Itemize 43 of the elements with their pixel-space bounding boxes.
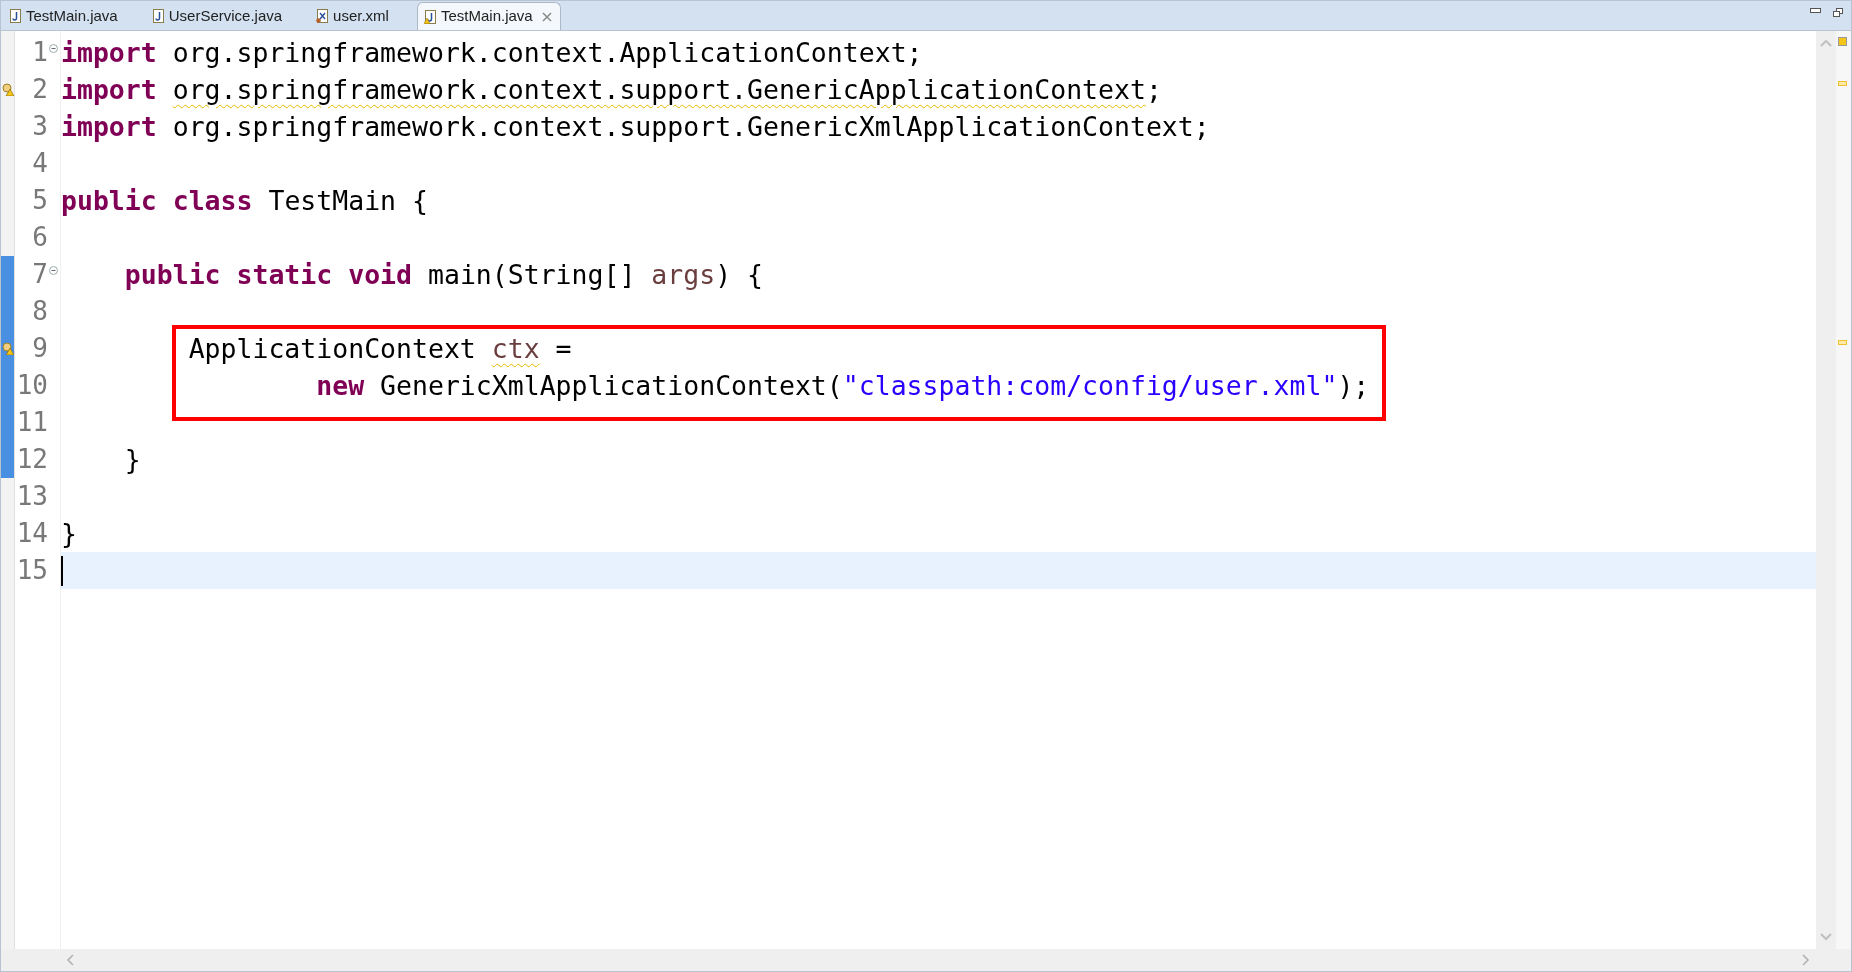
code-line: } <box>123 443 141 477</box>
code-line: } <box>61 517 77 551</box>
line-number: 10 <box>16 369 48 402</box>
line-number: 1 <box>32 36 48 69</box>
editor-tab[interactable]: user.xml <box>308 2 415 30</box>
code-line: ApplicationContext ctx = <box>187 332 572 366</box>
line-number: 8 <box>32 295 48 328</box>
line-number: 6 <box>32 221 48 254</box>
scroll-left-icon[interactable] <box>66 954 74 966</box>
collapse-icon[interactable] <box>49 266 58 275</box>
scroll-right-icon[interactable] <box>1802 954 1810 966</box>
scroll-down-icon[interactable] <box>1820 933 1832 941</box>
close-icon[interactable] <box>541 11 552 22</box>
warning-ruler-mark[interactable] <box>1838 81 1847 86</box>
scroll-up-icon[interactable] <box>1820 39 1832 47</box>
line-number: 4 <box>32 147 48 180</box>
warning-summary-icon <box>1838 37 1847 46</box>
text-cursor <box>61 555 63 586</box>
line-number: 11 <box>16 406 48 439</box>
code-line: import org.springframework.context.ApplicationContext; <box>61 36 923 70</box>
lightbulb-warning-icon[interactable] <box>1 83 14 96</box>
line-number: 14 <box>16 517 48 550</box>
code-line: new GenericXmlApplicationContext("classpath:com/config/user.xml"); <box>315 369 1370 403</box>
editor-tab[interactable]: UserService.java <box>143 2 309 30</box>
line-number: 2 <box>32 73 48 106</box>
collapse-icon[interactable] <box>49 44 58 53</box>
minimize-icon[interactable] <box>1810 8 1821 13</box>
editor-tab[interactable]: TestMain.java <box>416 2 561 30</box>
line-number: 12 <box>16 443 48 476</box>
warning-ruler-mark[interactable] <box>1838 340 1847 345</box>
code-line: public static void main(String[] args) { <box>123 258 764 292</box>
code-line: import org.springframework.context.support.GenericApplicationContext; <box>61 73 1162 107</box>
line-number: 3 <box>32 110 48 143</box>
code-line: import org.springframework.context.support.GenericXmlApplicationContext; <box>61 110 1210 144</box>
restore-icon[interactable] <box>1833 8 1843 17</box>
editor-tab[interactable]: TestMain.java <box>1 2 144 30</box>
line-number: 5 <box>32 184 48 217</box>
code-line: public class TestMain { <box>61 184 428 218</box>
line-number: 7 <box>32 258 48 291</box>
line-number: 13 <box>16 480 48 513</box>
lightbulb-warning-icon[interactable] <box>1 342 14 355</box>
line-number: 15 <box>16 554 48 587</box>
line-number: 9 <box>32 332 48 365</box>
